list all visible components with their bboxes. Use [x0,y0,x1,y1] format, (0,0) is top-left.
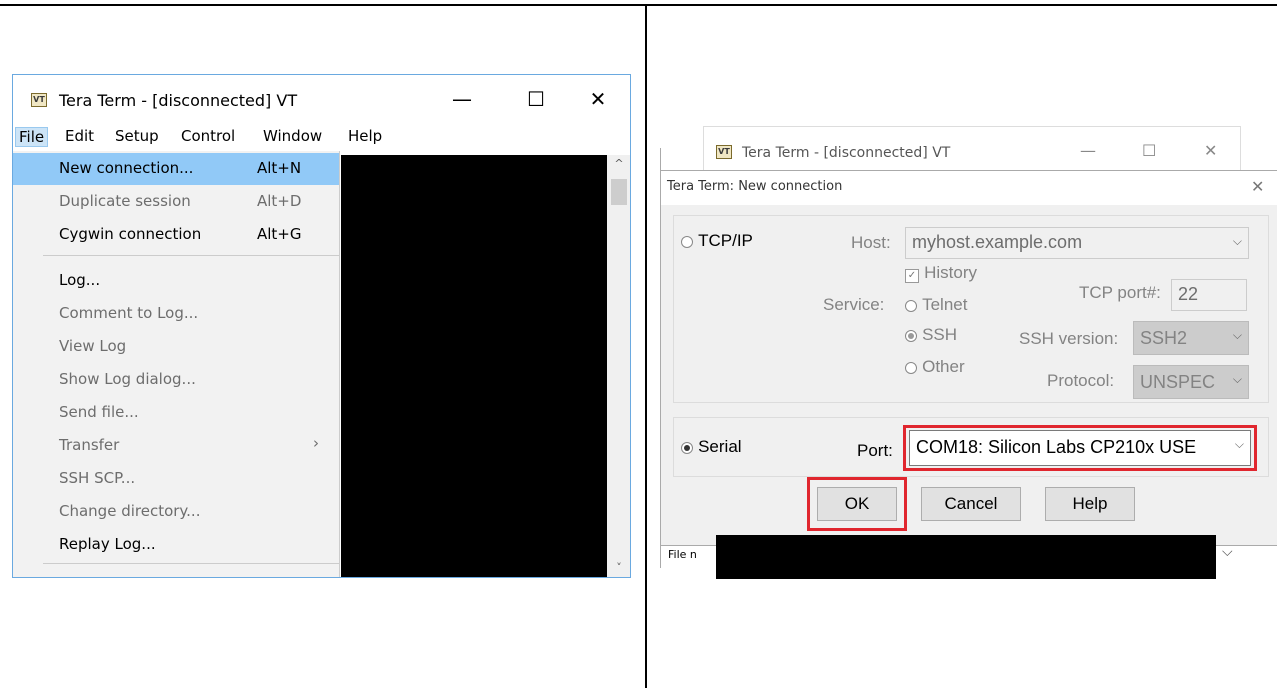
ssh-version-select[interactable]: SSH2 ⌵ [1133,321,1249,355]
protocol-label: Protocol: [1047,371,1115,390]
title-bar: VT Tera Term - [disconnected] VT — ☐ ✕ [13,75,630,125]
table-border-divider [645,4,647,688]
chevron-down-icon: ⌵ [1232,328,1242,342]
scroll-down-icon[interactable]: ˅ [607,561,630,574]
telnet-radio[interactable]: Telnet [905,295,967,315]
menu-item-send-file[interactable]: Send file... [13,397,339,429]
dialog-title-bar: Tera Term: New connection ✕ [661,171,1277,205]
history-checkbox[interactable]: ✓ History [905,263,977,283]
maximize-icon[interactable]: ☐ [521,87,551,111]
serial-radio[interactable]: Serial [681,437,742,457]
other-radio[interactable]: Other [905,357,965,377]
radio-icon [905,361,917,374]
menu-setup[interactable]: Setup [115,127,159,145]
menu-item-duplicate-session[interactable]: Duplicate session Alt+D [13,186,339,218]
ok-button[interactable]: OK [817,487,897,521]
menu-help[interactable]: Help [348,127,382,145]
maximize-icon[interactable]: ☐ [1142,141,1156,160]
menu-control[interactable]: Control [181,127,235,145]
port-select[interactable]: COM18: Silicon Labs CP210x USE ⌵ [909,430,1251,466]
submenu-arrow-icon: › [313,434,319,452]
terminal-area[interactable] [716,535,1216,579]
menu-bar: File Edit Setup Control Window Help [13,125,630,149]
radio-icon [905,299,917,312]
radio-icon [681,441,693,454]
menu-item-ssh-scp[interactable]: SSH SCP... [13,463,339,495]
ssh-radio[interactable]: SSH [905,325,957,345]
close-icon[interactable]: ✕ [1204,141,1217,160]
menu-item-comment-to-log[interactable]: Comment to Log... [13,298,339,330]
menu-separator [43,563,339,564]
dialog-title: Tera Term: New connection [667,179,843,194]
scroll-down-icon[interactable]: ⌵ [1222,544,1233,560]
menu-separator [43,255,339,256]
menu-edit[interactable]: Edit [65,127,94,145]
terminal-area[interactable] [341,155,607,577]
radio-icon [905,329,917,342]
window-title: Tera Term - [disconnected] VT [59,91,298,110]
scrollbar-thumb[interactable] [611,179,627,205]
help-button[interactable]: Help [1045,487,1135,521]
menu-item-log[interactable]: Log... [13,265,339,297]
radio-icon [681,235,693,248]
chevron-down-icon: ⌵ [1234,437,1244,452]
file-name-label: File n [668,548,697,561]
dialog-close-icon[interactable]: ✕ [1251,177,1264,196]
port-label: Port: [857,441,893,460]
chevron-down-icon: ⌵ [1232,234,1242,248]
menu-file[interactable]: File [15,127,49,147]
new-connection-dialog: Tera Term: New connection ✕ TCP/IP Host:… [660,170,1277,546]
menu-item-new-connection[interactable]: New connection... Alt+N [13,153,339,185]
window-title: Tera Term - [disconnected] VT [742,145,951,161]
protocol-select[interactable]: UNSPEC ⌵ [1133,365,1249,399]
minimize-icon[interactable]: — [447,87,477,111]
table-border-top [0,4,1277,6]
chevron-down-icon: ⌵ [1232,372,1242,386]
vt-app-icon: VT [31,93,47,107]
scroll-up-icon[interactable]: ^ [607,157,630,170]
menu-window[interactable]: Window [263,127,322,145]
menu-item-view-log[interactable]: View Log [13,331,339,363]
checkbox-icon: ✓ [905,269,919,283]
tcpip-radio[interactable]: TCP/IP [681,231,753,251]
vertical-scrollbar[interactable]: ^ ˅ [607,155,630,577]
menu-item-transfer[interactable]: Transfer › [13,430,339,462]
minimize-icon[interactable]: — [1080,141,1096,160]
menu-item-replay-log[interactable]: Replay Log... [13,529,339,561]
close-icon[interactable]: ✕ [583,87,613,111]
file-menu-dropdown: New connection... Alt+N Duplicate sessio… [13,151,340,577]
cancel-button[interactable]: Cancel [921,487,1021,521]
host-combobox[interactable]: myhost.example.com ⌵ [905,227,1249,259]
tera-term-window-left: VT Tera Term - [disconnected] VT — ☐ ✕ F… [12,74,631,578]
host-label: Host: [851,233,891,252]
menu-item-change-directory[interactable]: Change directory... [13,496,339,528]
service-label: Service: [823,295,885,314]
ssh-version-label: SSH version: [1019,329,1119,348]
tcp-port-label: TCP port#: [1079,283,1161,302]
menu-item-show-log-dialog[interactable]: Show Log dialog... [13,364,339,396]
tcp-port-input[interactable]: 22 [1171,279,1247,311]
menu-item-cygwin-connection[interactable]: Cygwin connection Alt+G [13,219,339,251]
vt-app-icon: VT [716,145,732,159]
